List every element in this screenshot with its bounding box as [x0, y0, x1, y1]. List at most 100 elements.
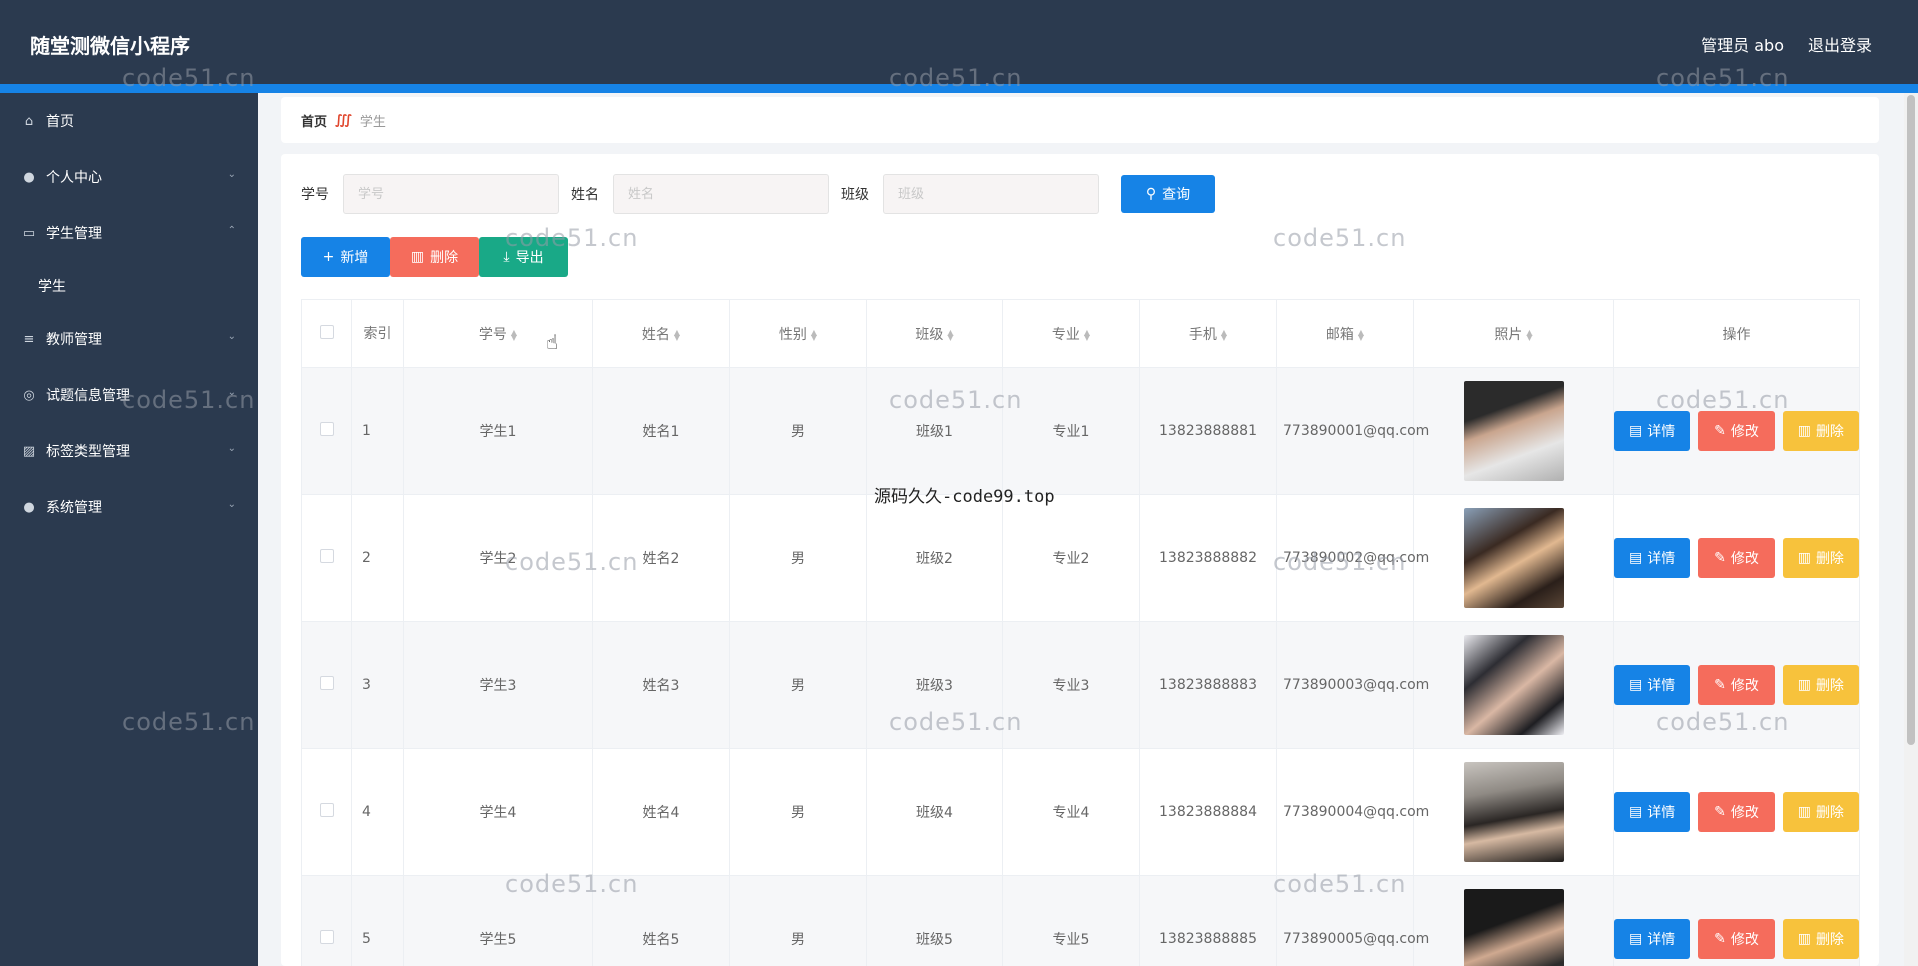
class-label: 班级	[841, 187, 869, 203]
cell-class: 班级2	[866, 494, 1003, 622]
delete-button[interactable]: ▥ 删除	[1782, 538, 1859, 578]
header-label: 学号	[478, 326, 507, 343]
sort-icon[interactable]: ▲ ▼	[674, 328, 680, 341]
sidebar-subitem-student[interactable]: 学生	[0, 261, 258, 311]
row-checkbox[interactable]	[319, 549, 334, 563]
sidebar-item-personal-center[interactable]: ● 个人中心 ⌄	[0, 149, 258, 205]
delete-label: 删除	[1815, 932, 1844, 948]
search-button-label: 查询	[1162, 187, 1191, 203]
cell-major: 专业5	[1002, 875, 1140, 966]
trash-icon: ▥	[1797, 677, 1811, 693]
detail-button[interactable]: ▤ 详情	[1614, 792, 1691, 832]
row-checkbox[interactable]	[319, 676, 334, 690]
delete-label: 删除	[1815, 424, 1844, 440]
sidebar-item-teacher-management[interactable]: ≡ 教师管理 ⌄	[0, 311, 258, 367]
detail-button[interactable]: ▤ 详情	[1614, 665, 1691, 705]
header-email[interactable]: 邮箱 ▲ ▼	[1276, 299, 1414, 368]
search-button[interactable]: ⚲ 查询	[1121, 175, 1215, 213]
edit-label: 修改	[1730, 805, 1759, 821]
row-checkbox[interactable]	[319, 930, 334, 944]
row-select-cell[interactable]	[301, 367, 352, 495]
delete-label: 删除	[1815, 805, 1844, 821]
row-checkbox[interactable]	[319, 803, 334, 817]
document-icon: ▤	[1629, 677, 1643, 693]
logout-link[interactable]: 退出登录	[1808, 32, 1872, 56]
breadcrumb-home[interactable]: 首页	[301, 111, 327, 130]
sidebar-item-student-management[interactable]: ▭ 学生管理 ⌃	[0, 205, 258, 261]
edit-button[interactable]: ✎ 修改	[1698, 665, 1775, 705]
header-select-all[interactable]	[301, 299, 352, 368]
sort-icon[interactable]: ▲ ▼	[811, 328, 817, 341]
student-photo	[1463, 635, 1564, 735]
edit-button[interactable]: ✎ 修改	[1698, 792, 1775, 832]
search-bar: 学号 姓名 班级 ⚲ 查询	[301, 174, 1215, 214]
edit-button[interactable]: ✎ 修改	[1698, 538, 1775, 578]
cell-name: 姓名1	[592, 367, 730, 495]
delete-button[interactable]: ▥ 删除	[1782, 665, 1859, 705]
header-accent-bar	[0, 84, 1918, 93]
header-index: 索引	[351, 299, 404, 368]
chevron-down-icon: ⌄	[227, 331, 236, 342]
header-class[interactable]: 班级 ▲ ▼	[866, 299, 1003, 368]
cell-index: 2	[351, 494, 404, 622]
sort-icon[interactable]: ▲ ▼	[511, 328, 517, 341]
delete-button[interactable]: ▥ 删除	[1782, 411, 1859, 451]
plus-icon: +	[322, 249, 335, 265]
student-photo	[1463, 889, 1564, 966]
row-select-cell[interactable]	[301, 494, 352, 622]
student-table: 索引 学号 ▲ ▼ 姓名 ▲ ▼ 性别 ▲ ▼ 班级 ▲ ▼ 专业 ▲ ▼ 手机 ▲ ▼ 邮箱 ▲ ▼ 照片…	[301, 299, 1860, 966]
edit-button[interactable]: ✎ 修改	[1698, 919, 1775, 959]
header-name[interactable]: 姓名 ▲ ▼	[592, 299, 730, 368]
sidebar-item-home[interactable]: ⌂ 首页	[0, 93, 258, 149]
student-photo	[1463, 762, 1564, 862]
detail-button[interactable]: ▤ 详情	[1614, 411, 1691, 451]
cell-name: 姓名4	[592, 748, 730, 876]
header-photo[interactable]: 照片 ▲ ▼	[1413, 299, 1614, 368]
action-toolbar: + 新增 ▥ 删除 ⤓ 导出	[301, 237, 568, 277]
sort-icon[interactable]: ▲ ▼	[947, 328, 953, 341]
select-all-checkbox[interactable]	[319, 324, 334, 339]
delete-button[interactable]: ▥ 删除	[1782, 792, 1859, 832]
sort-icon[interactable]: ▲ ▼	[1084, 328, 1090, 341]
add-button[interactable]: + 新增	[301, 237, 390, 277]
student-id-input[interactable]	[343, 174, 559, 214]
scrollbar-thumb[interactable]	[1907, 95, 1915, 745]
edit-button[interactable]: ✎ 修改	[1698, 411, 1775, 451]
row-select-cell[interactable]	[301, 875, 352, 966]
cell-gender: 男	[729, 367, 867, 495]
name-input[interactable]	[613, 174, 829, 214]
detail-button[interactable]: ▤ 详情	[1614, 919, 1691, 959]
sidebar-item-system-management[interactable]: ● 系统管理 ⌄	[0, 479, 258, 535]
header-label: 照片	[1494, 326, 1523, 343]
header-student-id[interactable]: 学号 ▲ ▼	[403, 299, 593, 368]
row-checkbox[interactable]	[319, 422, 334, 436]
row-select-cell[interactable]	[301, 748, 352, 876]
sort-icon[interactable]: ▲ ▼	[1221, 328, 1227, 341]
export-button[interactable]: ⤓ 导出	[479, 237, 568, 277]
page-scrollbar[interactable]	[1904, 93, 1918, 966]
delete-button[interactable]: ▥ 删除	[1782, 919, 1859, 959]
header-major[interactable]: 专业 ▲ ▼	[1002, 299, 1140, 368]
sidebar-item-question-management[interactable]: ◎ 试题信息管理 ⌄	[0, 367, 258, 423]
bulk-delete-button[interactable]: ▥ 删除	[390, 237, 479, 277]
header-gender[interactable]: 性别 ▲ ▼	[729, 299, 867, 368]
sidebar-item-tag-type-management[interactable]: ▨ 标签类型管理 ⌄	[0, 423, 258, 479]
list-icon: ≡	[23, 331, 35, 347]
sidebar-item-label: 标签类型管理	[46, 444, 130, 460]
sort-icon[interactable]: ▲ ▼	[1526, 328, 1532, 341]
class-input[interactable]	[883, 174, 1099, 214]
cell-major: 专业2	[1002, 494, 1140, 622]
sort-icon[interactable]: ▲ ▼	[1358, 328, 1364, 341]
user-icon: ●	[23, 169, 35, 185]
table-row: 3 学生3 姓名3 男 班级3 专业3 13823888883 77389000…	[301, 621, 1860, 749]
admin-username[interactable]: 管理员 abo	[1701, 32, 1784, 56]
add-button-label: 新增	[340, 250, 369, 266]
row-select-cell[interactable]	[301, 621, 352, 749]
header-phone[interactable]: 手机 ▲ ▼	[1139, 299, 1277, 368]
chevron-down-icon: ⌄	[227, 387, 236, 398]
detail-button[interactable]: ▤ 详情	[1614, 538, 1691, 578]
cell-class: 班级5	[866, 875, 1003, 966]
cell-major: 专业4	[1002, 748, 1140, 876]
detail-label: 详情	[1647, 678, 1676, 694]
chevron-down-icon: ⌄	[227, 499, 236, 510]
